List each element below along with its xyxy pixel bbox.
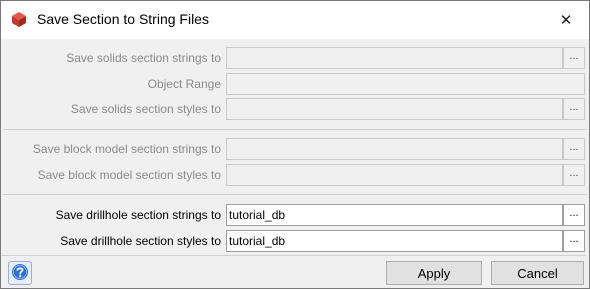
drillhole-strings-input[interactable] xyxy=(227,205,562,225)
help-button[interactable] xyxy=(8,261,32,285)
question-mark-icon xyxy=(11,263,29,284)
group-divider xyxy=(3,194,587,195)
object-range-label: Object Range xyxy=(147,77,221,91)
drillhole-strings-browse-button[interactable]: ... xyxy=(563,204,585,226)
solids-styles-input xyxy=(227,99,562,119)
block-model-styles-label: Save block model section styles to xyxy=(37,168,221,182)
dialog-footer: Apply Cancel xyxy=(2,258,586,286)
drillhole-styles-label: Save drillhole section styles to xyxy=(60,234,221,248)
solids-strings-browse-button: ... xyxy=(563,47,585,69)
object-range-input xyxy=(227,74,584,94)
form-panel: Save solids section strings to ... Objec… xyxy=(2,41,587,253)
block-model-strings-field xyxy=(226,138,563,160)
group-divider xyxy=(3,129,587,130)
solids-styles-field xyxy=(226,98,563,120)
block-model-styles-input xyxy=(227,165,562,185)
drillhole-styles-field[interactable] xyxy=(226,230,563,252)
object-range-field xyxy=(226,73,585,95)
solids-styles-label: Save solids section styles to xyxy=(70,102,221,116)
block-model-strings-input xyxy=(227,139,562,159)
drillhole-strings-field[interactable] xyxy=(226,204,563,226)
solids-strings-input xyxy=(227,48,562,68)
block-model-styles-field xyxy=(226,164,563,186)
app-logo-icon xyxy=(10,10,28,28)
close-button[interactable]: ✕ xyxy=(543,1,589,39)
window-title: Save Section to String Files xyxy=(37,11,209,27)
cancel-button[interactable]: Cancel xyxy=(491,261,584,285)
title-bar: Save Section to String Files ✕ xyxy=(1,1,589,39)
drillhole-strings-label: Save drillhole section strings to xyxy=(55,208,221,222)
drillhole-styles-input[interactable] xyxy=(227,231,562,251)
close-icon: ✕ xyxy=(559,12,573,29)
apply-button[interactable]: Apply xyxy=(386,261,482,285)
drillhole-styles-browse-button[interactable]: ... xyxy=(563,230,585,252)
block-model-strings-label: Save block model section strings to xyxy=(32,142,221,156)
block-model-strings-browse-button: ... xyxy=(563,138,585,160)
solids-styles-browse-button: ... xyxy=(563,98,585,120)
block-model-styles-browse-button: ... xyxy=(563,164,585,186)
footer-divider xyxy=(2,255,586,256)
solids-strings-field xyxy=(226,47,563,69)
dialog-window: Save Section to String Files ✕ Save soli… xyxy=(0,0,590,289)
solids-strings-label: Save solids section strings to xyxy=(66,51,221,65)
